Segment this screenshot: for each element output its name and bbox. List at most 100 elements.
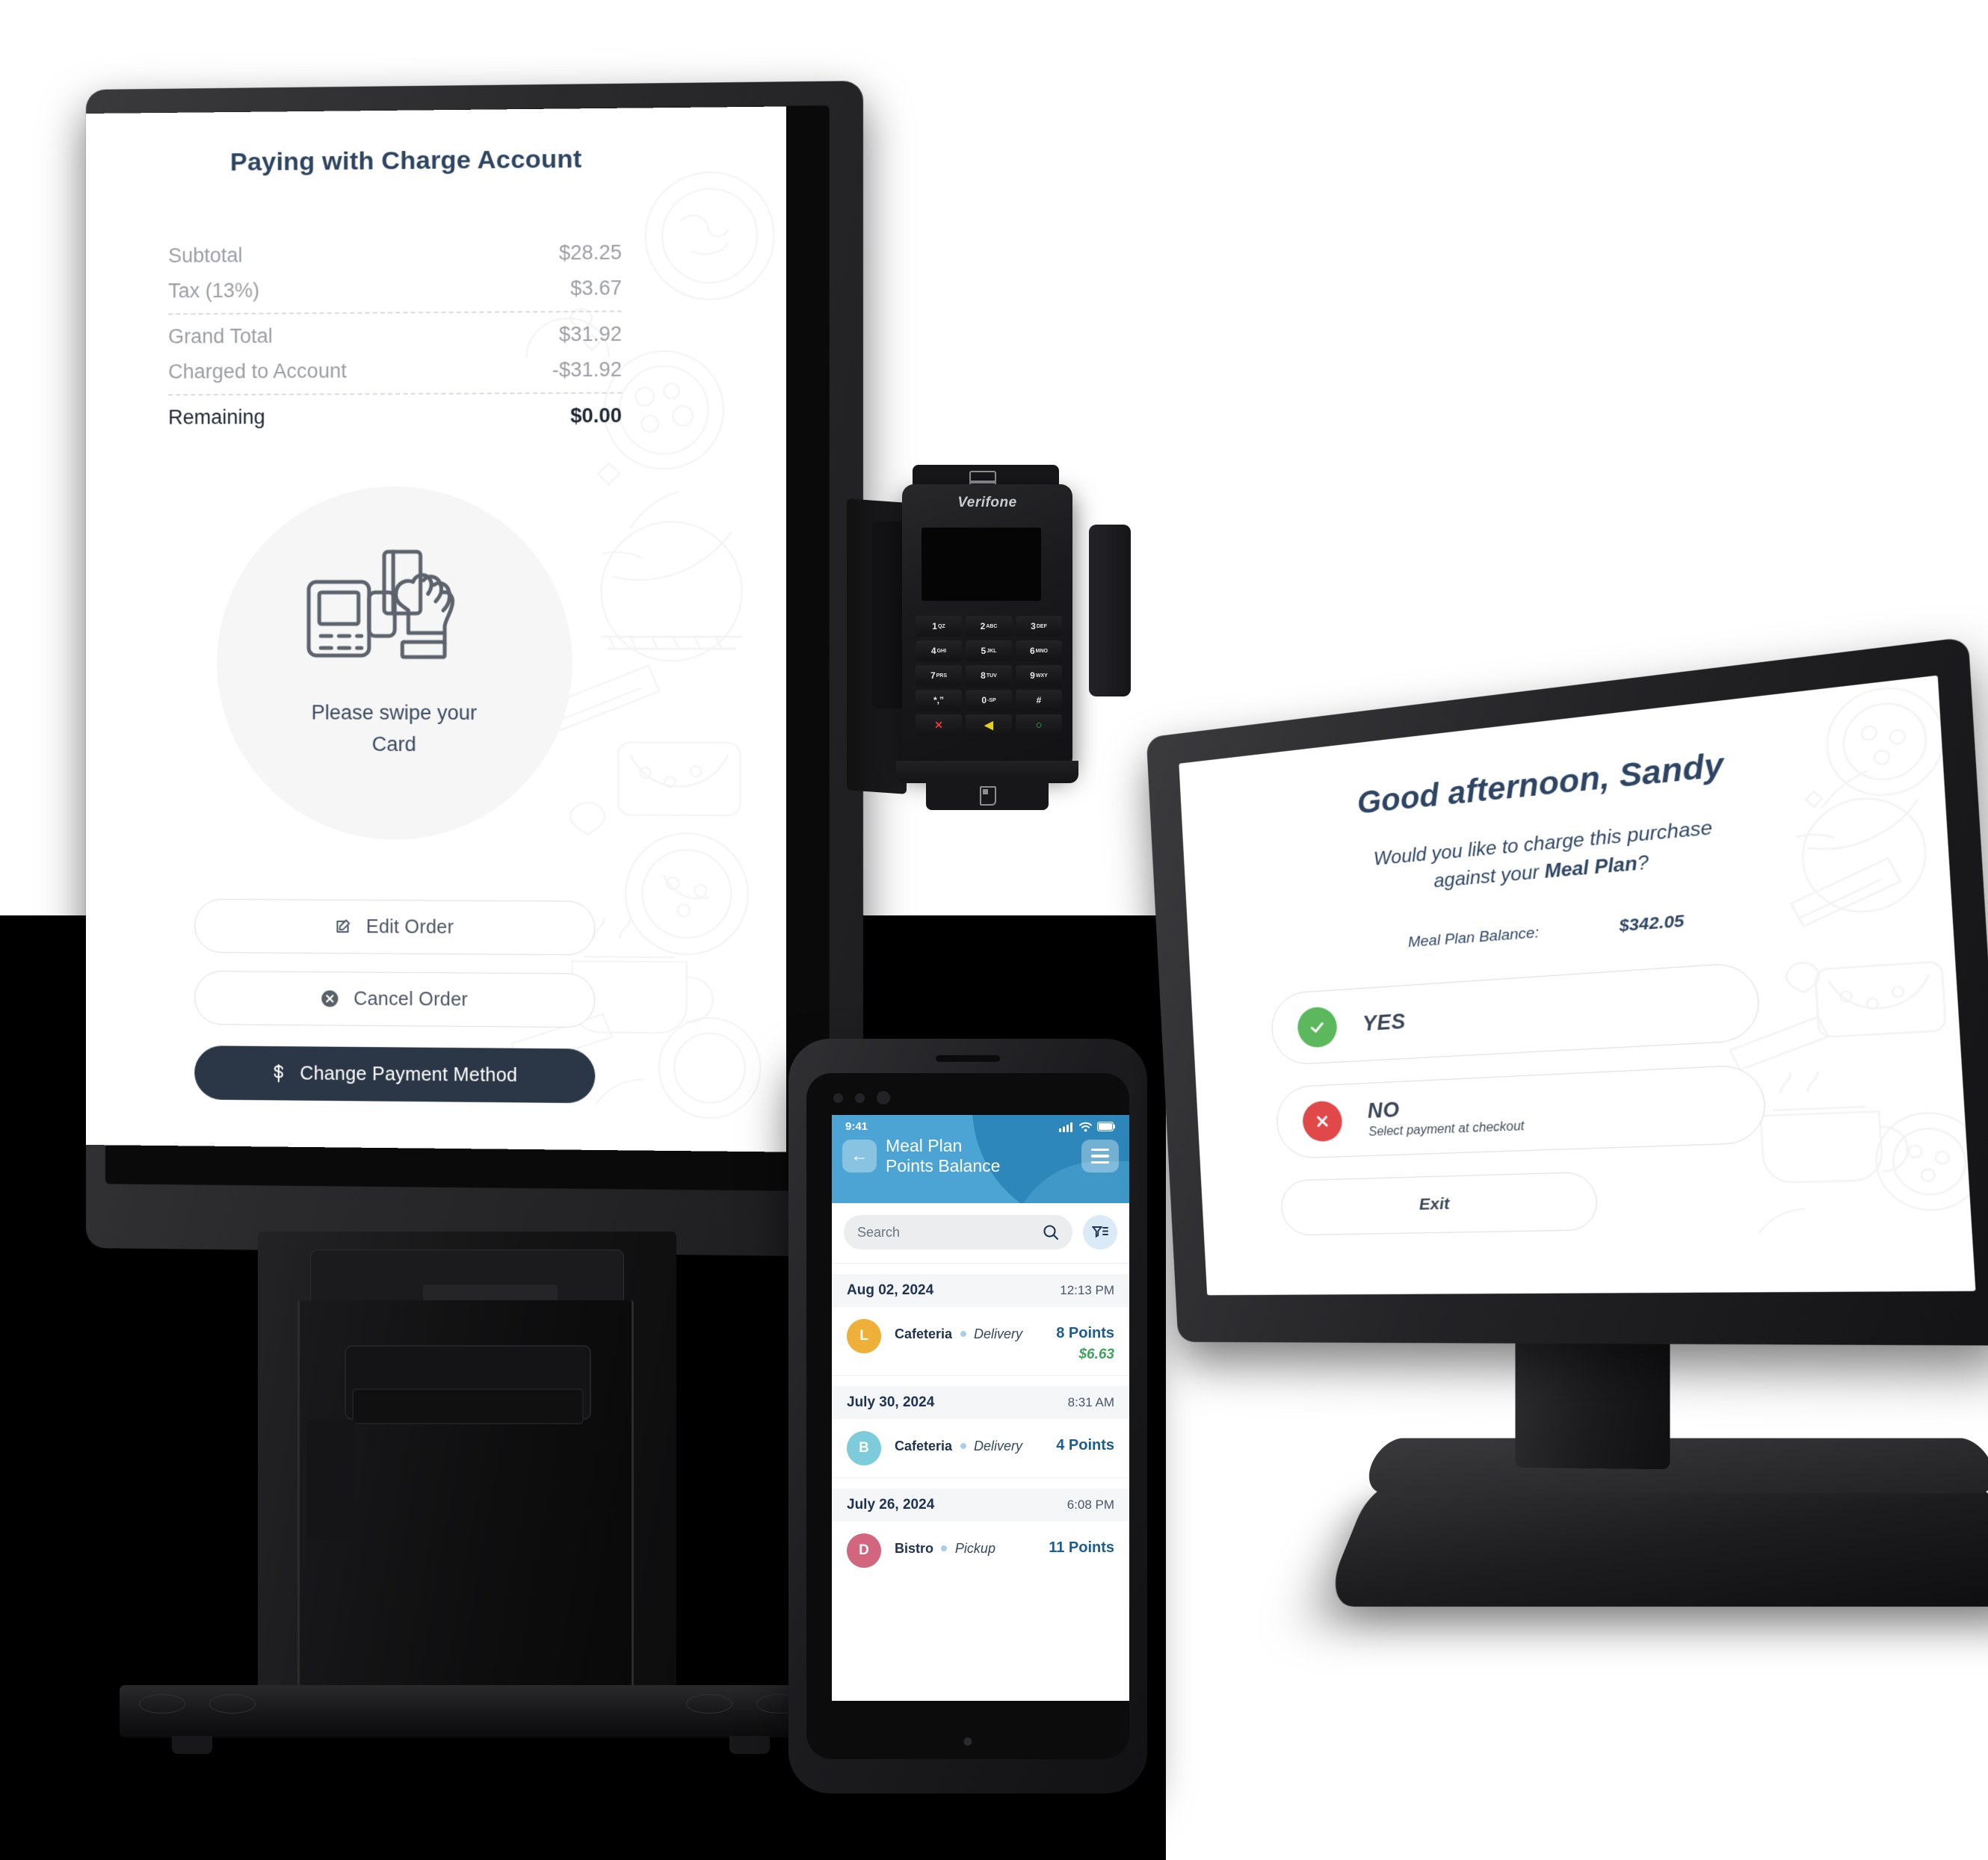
phone-screen-title: Meal Plan Points Balance [886, 1136, 1072, 1176]
list-item[interactable]: D Bistro Pickup 11 Points [832, 1521, 1129, 1580]
group-time: 12:13 PM [1060, 1283, 1114, 1297]
key-digit: 8 [981, 670, 986, 681]
title-line-1: Meal Plan [886, 1136, 963, 1155]
keypad-key-6[interactable]: 6 MNO [1016, 640, 1062, 661]
receipt-summary: Subtotal $28.25 Tax (13%) $3.67 Grand To… [168, 235, 622, 435]
keypad-key-star[interactable]: *,” [916, 690, 962, 711]
keypad-key-0[interactable]: 0 -SP [966, 690, 1012, 711]
transaction-date-header: July 30, 2024 8:31 AM [832, 1386, 1129, 1419]
cfd-option-list: YES NO Select payment at checkout Exit [1270, 961, 1772, 1236]
pos-action-buttons: Edit Order Cancel Order Change Payment M… [194, 898, 596, 1122]
keypad-key-2[interactable]: 2 ABC [966, 616, 1012, 637]
key-letters: PRS [936, 673, 948, 679]
receipt-label: Subtotal [168, 244, 243, 268]
pin-pad-display [922, 528, 1041, 601]
close-circle-icon [1301, 1100, 1344, 1142]
key-digit: 2 [980, 621, 986, 631]
exit-button[interactable]: Exit [1279, 1171, 1599, 1236]
phone-status-bar: 9:41 [832, 1115, 1129, 1133]
points-value: 11 Points [1049, 1539, 1114, 1556]
menu-bar [1091, 1161, 1109, 1164]
transaction-details: Cafeteria Delivery [881, 1431, 1056, 1454]
phone-app-header: 9:41 ← Meal Plan Points Balance [832, 1115, 1129, 1203]
yes-text: YES [1336, 1010, 1407, 1038]
search-icon [1043, 1225, 1059, 1240]
base-mount-hole [209, 1694, 256, 1714]
keypad-key-7[interactable]: 7 PRS [916, 665, 962, 686]
transaction-details: Bistro Pickup [881, 1533, 1049, 1557]
merchant-name: Cafeteria [895, 1439, 953, 1453]
phone-sensor-cluster [833, 1091, 890, 1104]
edit-order-button[interactable]: Edit Order [194, 898, 596, 956]
pin-pad-right-bracket [1089, 525, 1131, 696]
check-circle-icon [1296, 1005, 1339, 1048]
list-item[interactable]: B Cafeteria Delivery 4 Points [832, 1419, 1129, 1478]
list-item[interactable]: L Cafeteria Delivery 8 Points $6.63 [832, 1307, 1129, 1376]
edit-order-label: Edit Order [365, 915, 454, 938]
screenshot-stage: Paying with Charge Account Subtotal $28.… [0, 0, 1988, 1860]
swipe-prompt-line1: Please swipe your [311, 701, 478, 725]
arrow-left-icon[interactable]: ← [842, 1140, 877, 1173]
menu-bar [1091, 1148, 1109, 1152]
receipt-label: Remaining [168, 405, 265, 429]
cancel-order-label: Cancel Order [354, 988, 468, 1010]
points-value: 8 Points [1056, 1325, 1114, 1341]
receipt-label: Grand Total [168, 324, 273, 348]
keypad-key-8[interactable]: 8 TUV [966, 665, 1012, 686]
title-line-2: Points Balance [886, 1156, 1001, 1176]
receipt-label: Charged to Account [168, 359, 347, 383]
search-input[interactable]: Search [844, 1215, 1072, 1249]
keypad-key-5[interactable]: 5 JKL [966, 640, 1012, 661]
transaction-values: 4 Points [1056, 1431, 1114, 1454]
receipt-row-grand-total: Grand Total $31.92 [168, 317, 622, 355]
cancel-key[interactable]: ✕ [916, 714, 962, 735]
key-letters: DEF [1036, 623, 1047, 629]
customer-facing-display: Good afternoon, Sandy Would you like to … [1146, 637, 1988, 1782]
keypad-key-3[interactable]: 3 DEF [1016, 616, 1062, 637]
order-mode: Pickup [954, 1541, 995, 1556]
balance-value: $342.05 [1618, 911, 1685, 936]
change-payment-method-button[interactable]: Change Payment Method [194, 1045, 596, 1104]
key-letters: TUV [986, 673, 997, 679]
handheld-terminal: 9:41 ← Meal Plan Points Balance Search A… [788, 1039, 1147, 1793]
no-text: NO Select payment at checkout [1341, 1092, 1525, 1140]
phone-earpiece [936, 1055, 1000, 1062]
hamburger-menu-icon[interactable] [1081, 1140, 1119, 1173]
cfd-base-plate [1321, 1481, 1988, 1607]
base-mount-hole [139, 1694, 185, 1714]
receipt-value: $28.25 [558, 241, 622, 265]
receipt-row-subtotal: Subtotal $28.25 [168, 235, 622, 274]
enter-key[interactable]: ○ [1016, 714, 1062, 735]
yes-button[interactable]: YES [1270, 961, 1762, 1066]
key-digit: 9 [1030, 670, 1035, 681]
transaction-details: Cafeteria Delivery [881, 1319, 1056, 1342]
keypad-key-9[interactable]: 9 WXY [1016, 665, 1062, 686]
filter-funnel-icon[interactable] [1083, 1215, 1117, 1249]
merchant-name: Bistro [895, 1541, 934, 1556]
swipe-prompt-circle: Please swipe your Card [217, 486, 572, 841]
no-button[interactable]: NO Select payment at checkout [1274, 1063, 1768, 1159]
cfd-screen: Good afternoon, Sandy Would you like to … [1179, 675, 1976, 1296]
menu-bar [1091, 1155, 1109, 1158]
receipt-value: $0.00 [570, 404, 622, 427]
key-letters: MNO [1035, 648, 1049, 654]
key-letters: ABC [986, 623, 998, 629]
key-digit: 4 [930, 646, 936, 656]
keypad-key-4[interactable]: 4 GHI [916, 640, 962, 661]
keypad-key-hash[interactable]: # [1016, 690, 1062, 711]
key-digit: 1 [932, 621, 937, 631]
verifone-brand-label: Verifone [957, 495, 1017, 510]
transaction-date-header: July 26, 2024 6:08 PM [832, 1489, 1129, 1521]
group-time: 8:31 AM [1067, 1395, 1114, 1409]
backspace-key[interactable]: ◀ [966, 714, 1012, 735]
cfd-panel: Good afternoon, Sandy Would you like to … [1146, 637, 1988, 1346]
sensor-dot [855, 1093, 865, 1103]
phone-nav-row: ← Meal Plan Points Balance [832, 1133, 1129, 1176]
cancel-order-button[interactable]: Cancel Order [194, 970, 596, 1028]
key-digit: # [1036, 695, 1042, 705]
phone-screen: 9:41 ← Meal Plan Points Balance Search A… [832, 1115, 1129, 1701]
keypad-key-1[interactable]: 1 QZ [916, 616, 962, 637]
key-letters: GHI [936, 648, 947, 654]
question-bold: Meal Plan [1543, 852, 1638, 883]
group-time: 6:08 PM [1066, 1498, 1114, 1512]
